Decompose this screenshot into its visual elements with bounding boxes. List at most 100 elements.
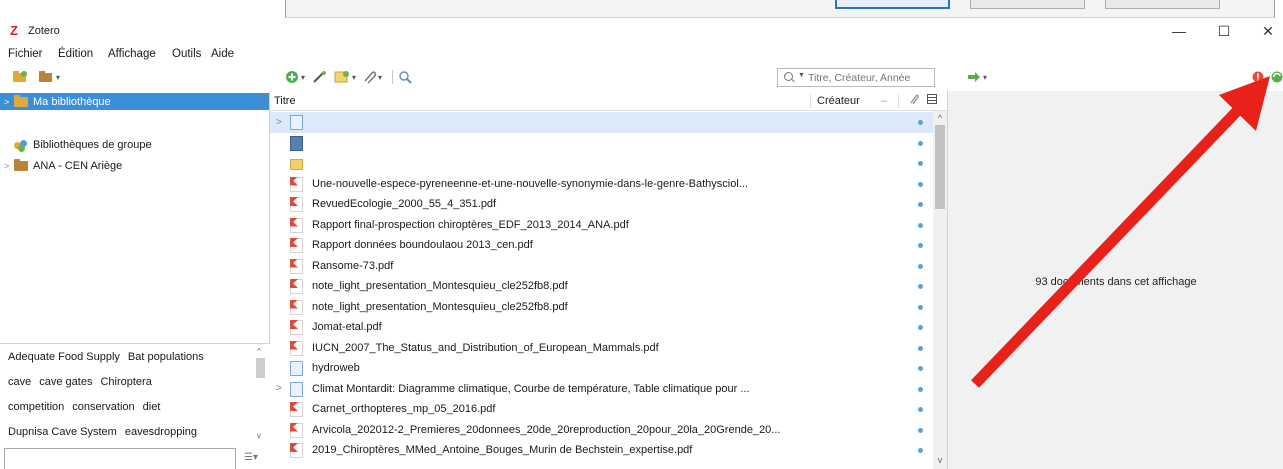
item-row[interactable]: Ransome-73.pdf	[270, 256, 933, 277]
scroll-down-icon[interactable]: v	[935, 455, 945, 465]
column-creator[interactable]: Créateur	[817, 95, 860, 107]
tag[interactable]: Bat populations	[128, 351, 204, 363]
advanced-search-button[interactable]	[398, 69, 412, 85]
item-row[interactable]: Jomat-etal.pdf	[270, 317, 933, 338]
magic-wand-icon	[313, 71, 326, 83]
item-row[interactable]: Carnet_orthopteres_mp_05_2016.pdf	[270, 399, 933, 420]
note-icon	[334, 71, 349, 83]
pdf-icon	[290, 197, 303, 212]
tag-row: Dupnisa Cave System eavesdropping	[8, 426, 205, 438]
locate-button[interactable]: ▾	[967, 69, 987, 85]
sync-button[interactable]	[1270, 69, 1283, 85]
unread-dot-icon	[918, 284, 923, 289]
group-icon	[14, 139, 28, 152]
tag[interactable]: competition	[8, 401, 64, 413]
chevron-right-icon[interactable]: >	[276, 383, 282, 394]
tag-row: Adequate Food Supply Bat populations	[8, 351, 212, 363]
search-field[interactable]: ▼	[777, 68, 935, 87]
tag-row: competition conservation diet	[8, 401, 168, 413]
item-row[interactable]: Une-nouvelle-espece-pyreneenne-et-une-no…	[270, 174, 933, 195]
menu-fichier[interactable]: Fichier	[8, 48, 43, 60]
unread-dot-icon	[918, 263, 923, 269]
pdf-icon	[290, 299, 303, 315]
tag[interactable]: Adequate Food Supply	[8, 351, 120, 363]
scrollbar-thumb[interactable]	[935, 125, 945, 209]
collection-group-ana-cen[interactable]: > ANA - CEN Ariège	[0, 157, 269, 174]
item-title: note_light_presentation_Montesquieu_cle2…	[312, 280, 568, 292]
maximize-button[interactable]: ☐	[1209, 20, 1239, 42]
tag[interactable]: eavesdropping	[125, 426, 197, 438]
chevron-down-icon: ▾	[352, 72, 357, 82]
folder-icon	[290, 159, 303, 170]
search-mode-chevron-icon[interactable]: ▼	[798, 72, 805, 79]
tag-actions-menu-icon[interactable]: ☰▾	[244, 452, 258, 463]
attachment-button[interactable]: ▾	[362, 69, 382, 85]
new-library-button[interactable]: ▾	[38, 69, 60, 85]
tag-scrollbar[interactable]: ^ v	[253, 344, 268, 442]
unread-dot-icon	[918, 140, 923, 146]
new-item-button[interactable]: ▾	[285, 69, 305, 85]
scroll-up-icon[interactable]: ^	[935, 113, 945, 123]
pdf-icon	[290, 422, 303, 438]
menu-outils[interactable]: Outils	[172, 48, 201, 60]
item-row[interactable]	[270, 133, 933, 154]
pdf-icon	[290, 217, 303, 233]
new-collection-button[interactable]	[12, 69, 28, 85]
pdf-icon	[290, 176, 303, 192]
main-toolbar: ▾ ▾ ▾ ▾ ▼ ▾	[0, 65, 1283, 91]
close-button[interactable]: ✕	[1253, 20, 1283, 42]
item-row[interactable]: note_light_presentation_Montesquieu_cle2…	[270, 297, 933, 318]
title-bar: Z Zotero — ☐ ✕	[0, 18, 1283, 45]
item-row[interactable]: IUCN_2007_The_Status_and_Distribution_of…	[270, 338, 933, 359]
item-row[interactable]	[270, 153, 933, 174]
item-row[interactable]: Arvicola_202012-2_Premieres_20donnees_20…	[270, 420, 933, 441]
plus-green-icon	[286, 71, 298, 83]
tag-filter-input[interactable]	[5, 449, 235, 469]
menu-aide[interactable]: Aide	[211, 48, 234, 60]
background-primary-button	[835, 0, 950, 9]
group-libraries-label: Bibliothèques de groupe	[33, 138, 152, 151]
chevron-right-icon[interactable]: >	[276, 117, 282, 128]
column-title[interactable]: Titre	[274, 95, 296, 107]
library-icon	[39, 71, 52, 82]
tag[interactable]: cave gates	[39, 376, 92, 388]
doc-icon	[290, 381, 303, 397]
menu-edition[interactable]: Édition	[58, 48, 93, 60]
item-row[interactable]: 2019_Chiroptères_MMed_Antoine_Bouges_Mur…	[270, 440, 933, 461]
unread-dot-icon	[918, 448, 923, 453]
error-indicator[interactable]	[1252, 69, 1264, 85]
collection-label: Ma bibliothèque	[33, 95, 111, 108]
unread-dot-icon	[918, 202, 923, 207]
attachments-column-paperclip-icon[interactable]	[909, 93, 919, 109]
minimize-button[interactable]: —	[1164, 20, 1194, 42]
item-row[interactable]: > Climat Montardit: Diagramme climatique,…	[270, 379, 933, 400]
collection-my-library[interactable]: > Ma bibliothèque	[0, 93, 269, 110]
item-row[interactable]: Rapport données boundoulaou 2013_cen.pdf	[270, 235, 933, 256]
item-row[interactable]: hydroweb	[270, 358, 933, 379]
menu-affichage[interactable]: Affichage	[108, 48, 156, 60]
tag[interactable]: Chiroptera	[100, 376, 151, 388]
new-collection-icon	[13, 71, 27, 82]
tag[interactable]: Dupnisa Cave System	[8, 426, 117, 438]
pdf-icon	[290, 258, 303, 274]
pdf-icon	[290, 402, 303, 417]
items-scrollbar[interactable]: ^ v	[933, 111, 947, 469]
collection-label: ANA - CEN Ariège	[33, 159, 123, 172]
tag[interactable]: cave	[8, 376, 31, 388]
item-row[interactable]: Rapport final-prospection chiroptères_ED…	[270, 215, 933, 236]
column-picker-icon[interactable]	[927, 93, 937, 108]
search-input[interactable]	[808, 70, 932, 85]
tag-filter-field[interactable]	[4, 448, 236, 469]
tag[interactable]: diet	[143, 401, 161, 413]
tag[interactable]: conservation	[72, 401, 134, 413]
add-by-identifier-button[interactable]	[312, 69, 328, 85]
unread-dot-icon	[918, 386, 923, 392]
item-row[interactable]: RevuedEcologie_2000_55_4_351.pdf	[270, 194, 933, 215]
item-row[interactable]: note_light_presentation_Montesquieu_cle2…	[270, 276, 933, 297]
item-row[interactable]: >	[270, 112, 933, 133]
chevron-right-icon[interactable]: >	[4, 97, 14, 107]
item-title: Ransome-73.pdf	[312, 259, 394, 272]
chevron-right-icon[interactable]: >	[4, 161, 14, 171]
notebook-icon	[290, 135, 303, 151]
new-note-button[interactable]: ▾	[334, 69, 356, 85]
